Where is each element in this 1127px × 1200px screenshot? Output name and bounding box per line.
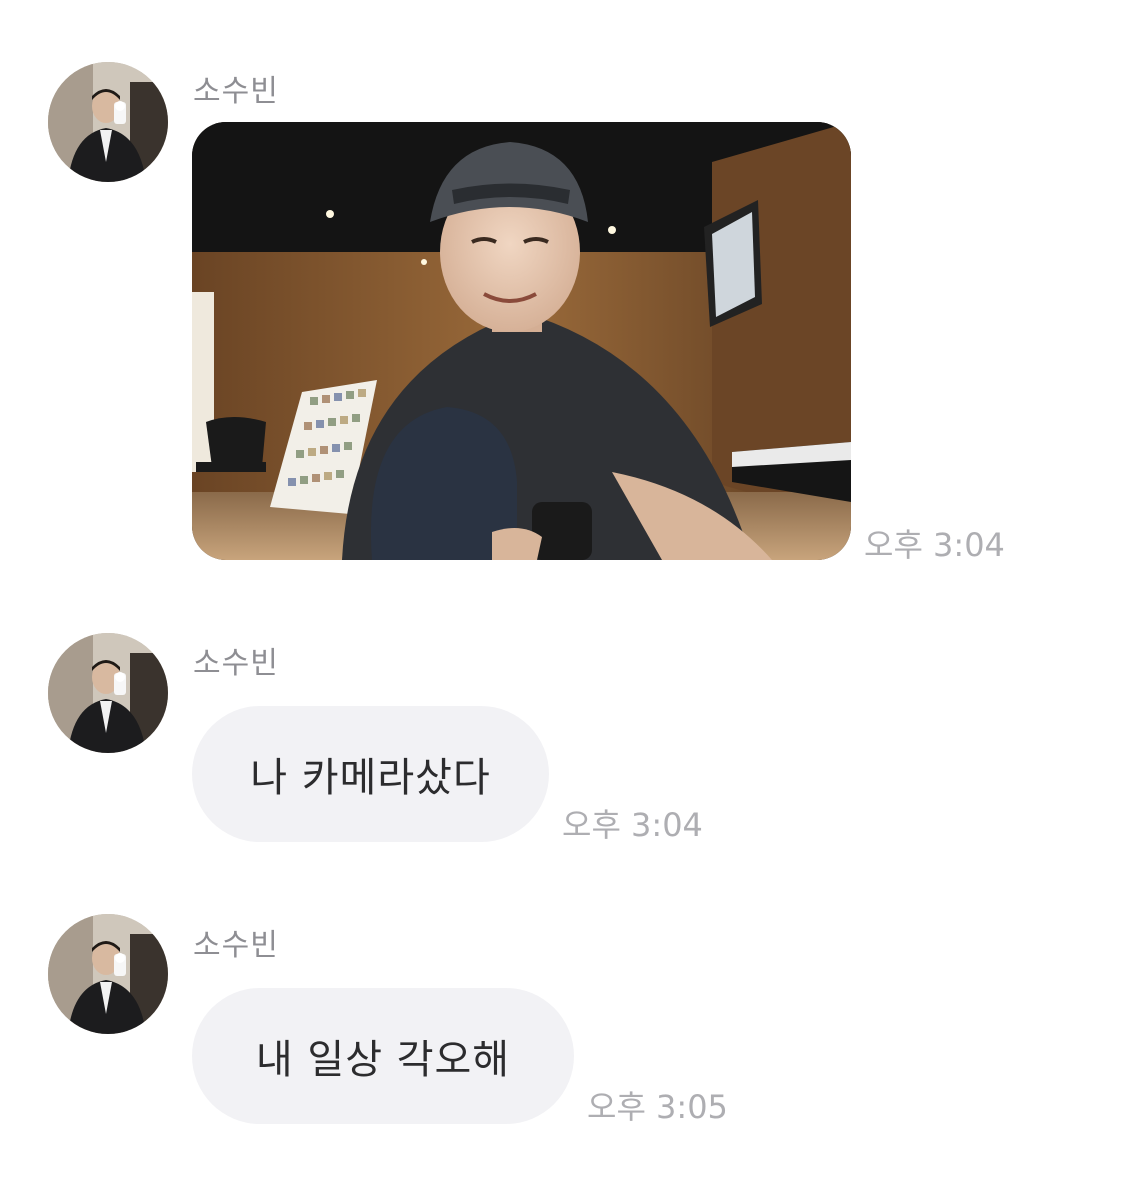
sender-avatar[interactable] (48, 62, 168, 182)
avatar-image (48, 633, 168, 753)
sender-avatar[interactable] (48, 914, 168, 1034)
message-photo[interactable] (192, 122, 851, 560)
message-bubble[interactable]: 나 카메라샀다 (192, 706, 549, 842)
sender-avatar[interactable] (48, 633, 168, 753)
message-bubble[interactable]: 내 일상 각오해 (192, 988, 574, 1124)
photo-image (192, 122, 851, 560)
message-time: 오후 3:05 (587, 1088, 728, 1126)
message-time: 오후 3:04 (864, 526, 1005, 564)
sender-name: 소수빈 (193, 928, 279, 963)
avatar-image (48, 62, 168, 182)
sender-name: 소수빈 (193, 74, 279, 109)
sender-name: 소수빈 (193, 646, 279, 681)
avatar-image (48, 914, 168, 1034)
message-time: 오후 3:04 (562, 806, 703, 844)
